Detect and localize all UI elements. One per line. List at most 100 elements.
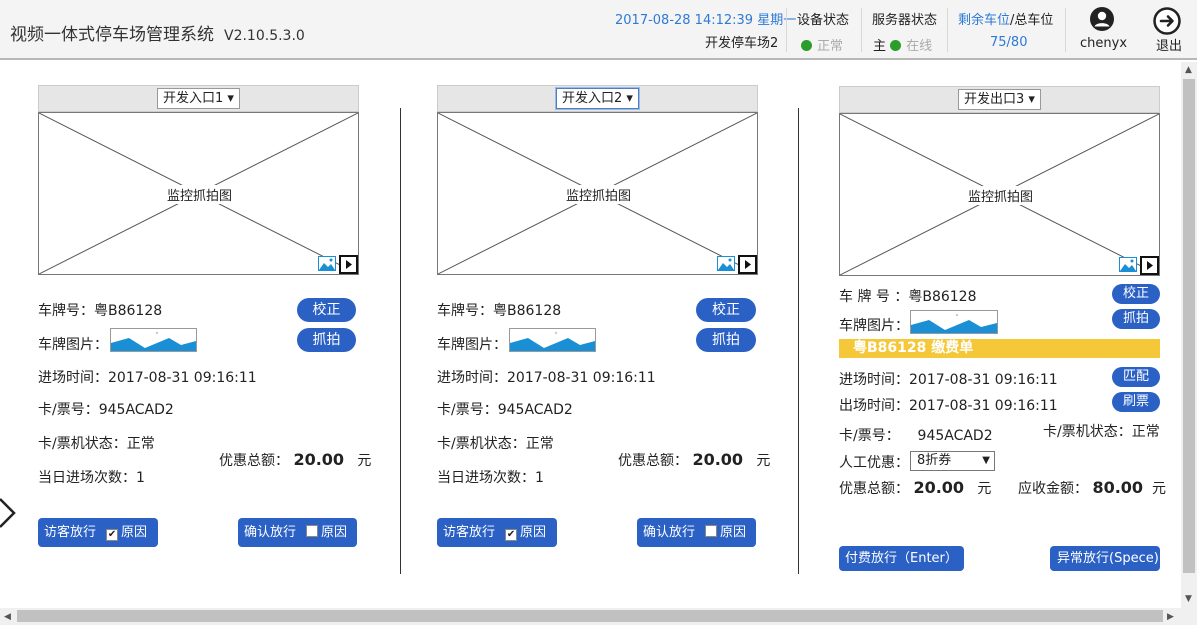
payment-slip-banner: 粤B86128 缴费单 xyxy=(839,339,1160,358)
parking-spaces-label: 剩余车位/总车位 xyxy=(958,9,1053,28)
plate-value: 粤B86128 xyxy=(94,303,163,319)
plate-value: 粤B86128 xyxy=(493,303,562,319)
scroll-right-icon[interactable]: ▶ xyxy=(1167,612,1174,622)
receivable-value: 80.00 xyxy=(1092,478,1144,497)
username[interactable]: chenyx xyxy=(1080,36,1127,51)
correct-button[interactable]: 校正 xyxy=(297,298,356,322)
visitor-release-label: 访客放行 xyxy=(44,525,97,540)
swipe-ticket-button[interactable]: 刷票 xyxy=(1112,392,1160,412)
image-icon[interactable] xyxy=(318,256,336,271)
reason-label: 原因 xyxy=(720,525,747,540)
logout-icon[interactable] xyxy=(1153,7,1181,35)
header-divider xyxy=(861,8,862,52)
discount-row: 优惠总额： 20.00 元 xyxy=(618,450,770,470)
snapshot-caption: 监控抓拍图 xyxy=(967,186,1035,205)
play-video-icon[interactable] xyxy=(1140,256,1159,275)
confirm-release-button[interactable]: 确认放行 原因 xyxy=(637,518,756,547)
header-divider xyxy=(786,8,787,52)
visits-label: 当日进场次数： xyxy=(38,470,136,486)
machine-status-label: 卡/票机状态： xyxy=(38,436,127,452)
device-status-value: 正常 xyxy=(817,39,844,54)
channel-select-value: 开发出口3 xyxy=(964,92,1025,107)
status-dot-icon xyxy=(801,40,812,51)
play-video-icon[interactable] xyxy=(738,255,757,274)
column-divider xyxy=(798,108,799,574)
user-avatar-icon[interactable] xyxy=(1090,7,1114,31)
manual-discount-select[interactable]: 8折券 ▼ xyxy=(910,451,995,471)
vertical-scroll-thumb[interactable] xyxy=(1183,79,1195,573)
visitor-reason-checkbox[interactable]: ✔ xyxy=(505,529,518,541)
ticket-label: 卡/票号： xyxy=(437,402,498,418)
device-status: 正常 xyxy=(801,35,843,54)
confirm-reason-checkbox[interactable] xyxy=(705,525,718,537)
confirm-release-label: 确认放行 xyxy=(244,525,297,540)
visits-value: 1 xyxy=(136,470,145,486)
confirm-release-label: 确认放行 xyxy=(643,525,696,540)
parking-lot-name: 开发停车场2 xyxy=(705,36,779,51)
abnormal-release-button[interactable]: 异常放行(Spece) xyxy=(1050,546,1160,571)
logout-button[interactable]: 退出 xyxy=(1156,35,1182,54)
channel-select[interactable]: 开发入口1 ▾ xyxy=(157,88,240,109)
ticket-row: 卡/票号： 945ACAD2 xyxy=(839,425,993,445)
correct-button[interactable]: 校正 xyxy=(696,298,756,322)
machine-status-row: 卡/票机状态：正常 xyxy=(1043,421,1160,441)
snapshot-caption: 监控抓拍图 xyxy=(166,185,234,204)
exit-time-label: 出场时间： xyxy=(839,398,909,414)
header-divider xyxy=(947,8,948,52)
snapshot-caption: 监控抓拍图 xyxy=(565,185,633,204)
correct-button[interactable]: 校正 xyxy=(1112,284,1160,304)
visitor-reason-checkbox[interactable]: ✔ xyxy=(106,529,119,541)
image-icon[interactable] xyxy=(717,256,735,271)
ticket-value: 945ACAD2 xyxy=(497,402,573,418)
manual-discount-label: 人工优惠： xyxy=(839,455,909,471)
machine-status-value: 正常 xyxy=(525,436,554,452)
confirm-reason-checkbox[interactable] xyxy=(306,525,319,537)
capture-button[interactable]: 抓拍 xyxy=(1112,309,1160,329)
capture-button[interactable]: 抓拍 xyxy=(297,328,356,352)
entry-time-value: 2017-08-31 09:16:11 xyxy=(909,372,1058,388)
pay-release-button[interactable]: 付费放行（Enter） xyxy=(839,546,964,571)
ticket-row: 卡/票号：945ACAD2 xyxy=(38,399,174,419)
ticket-value: 945ACAD2 xyxy=(917,428,993,444)
scroll-up-icon[interactable]: ▲ xyxy=(1185,65,1192,75)
machine-status-label: 卡/票机状态： xyxy=(1043,424,1132,440)
entry-time-label: 进场时间： xyxy=(839,372,909,388)
visits-value: 1 xyxy=(535,470,544,486)
ticket-value: 945ACAD2 xyxy=(98,402,174,418)
plate-image xyxy=(110,328,197,352)
horizontal-scroll-thumb[interactable] xyxy=(17,610,1163,622)
discount-row: 优惠总额： 20.00 元 xyxy=(839,478,991,498)
receivable-row: 应收金额： 80.00 元 xyxy=(1018,478,1166,498)
capture-button[interactable]: 抓拍 xyxy=(696,328,756,352)
plate-image xyxy=(910,310,998,334)
visits-label: 当日进场次数： xyxy=(437,470,535,486)
machine-status-label: 卡/票机状态： xyxy=(437,436,526,452)
device-status-label: 设备状态 xyxy=(797,13,850,28)
currency-unit: 元 xyxy=(357,453,372,469)
app-name: 视频一体式停车场管理系统 xyxy=(10,25,214,45)
plate-image-label: 车牌图片： xyxy=(437,337,507,353)
discount-value: 20.00 xyxy=(293,450,345,469)
entry-time-value: 2017-08-31 09:16:11 xyxy=(507,370,656,386)
confirm-release-button[interactable]: 确认放行 原因 xyxy=(238,518,357,547)
server-status-label: 服务器状态 xyxy=(872,13,938,28)
entry-time-label: 进场时间： xyxy=(38,370,108,386)
reason-label: 原因 xyxy=(520,525,547,540)
plate-image xyxy=(509,328,596,352)
discount-label: 优惠总额： xyxy=(219,453,289,469)
image-icon[interactable] xyxy=(1119,257,1137,272)
visitor-release-button[interactable]: 访客放行 ✔ 原因 xyxy=(437,518,557,547)
channel-select[interactable]: 开发出口3 ▾ xyxy=(958,89,1041,110)
datetime: 2017-08-28 14:12:39 星期一 xyxy=(615,13,797,28)
visitor-release-button[interactable]: 访客放行 ✔ 原因 xyxy=(38,518,158,547)
status-dot-icon xyxy=(890,40,902,51)
channel-select-value: 开发入口1 xyxy=(163,91,224,106)
scroll-down-icon[interactable]: ▼ xyxy=(1185,594,1192,604)
channel-select[interactable]: 开发入口2 ▾ xyxy=(556,88,639,109)
machine-status-row: 卡/票机状态：正常 xyxy=(38,433,155,453)
plate-image-label: 车牌图片： xyxy=(38,337,108,353)
play-video-icon[interactable] xyxy=(339,255,358,274)
match-button[interactable]: 匹配 xyxy=(1112,367,1160,387)
scroll-left-icon[interactable]: ◀ xyxy=(4,612,11,622)
chevron-right-icon[interactable] xyxy=(0,497,16,529)
